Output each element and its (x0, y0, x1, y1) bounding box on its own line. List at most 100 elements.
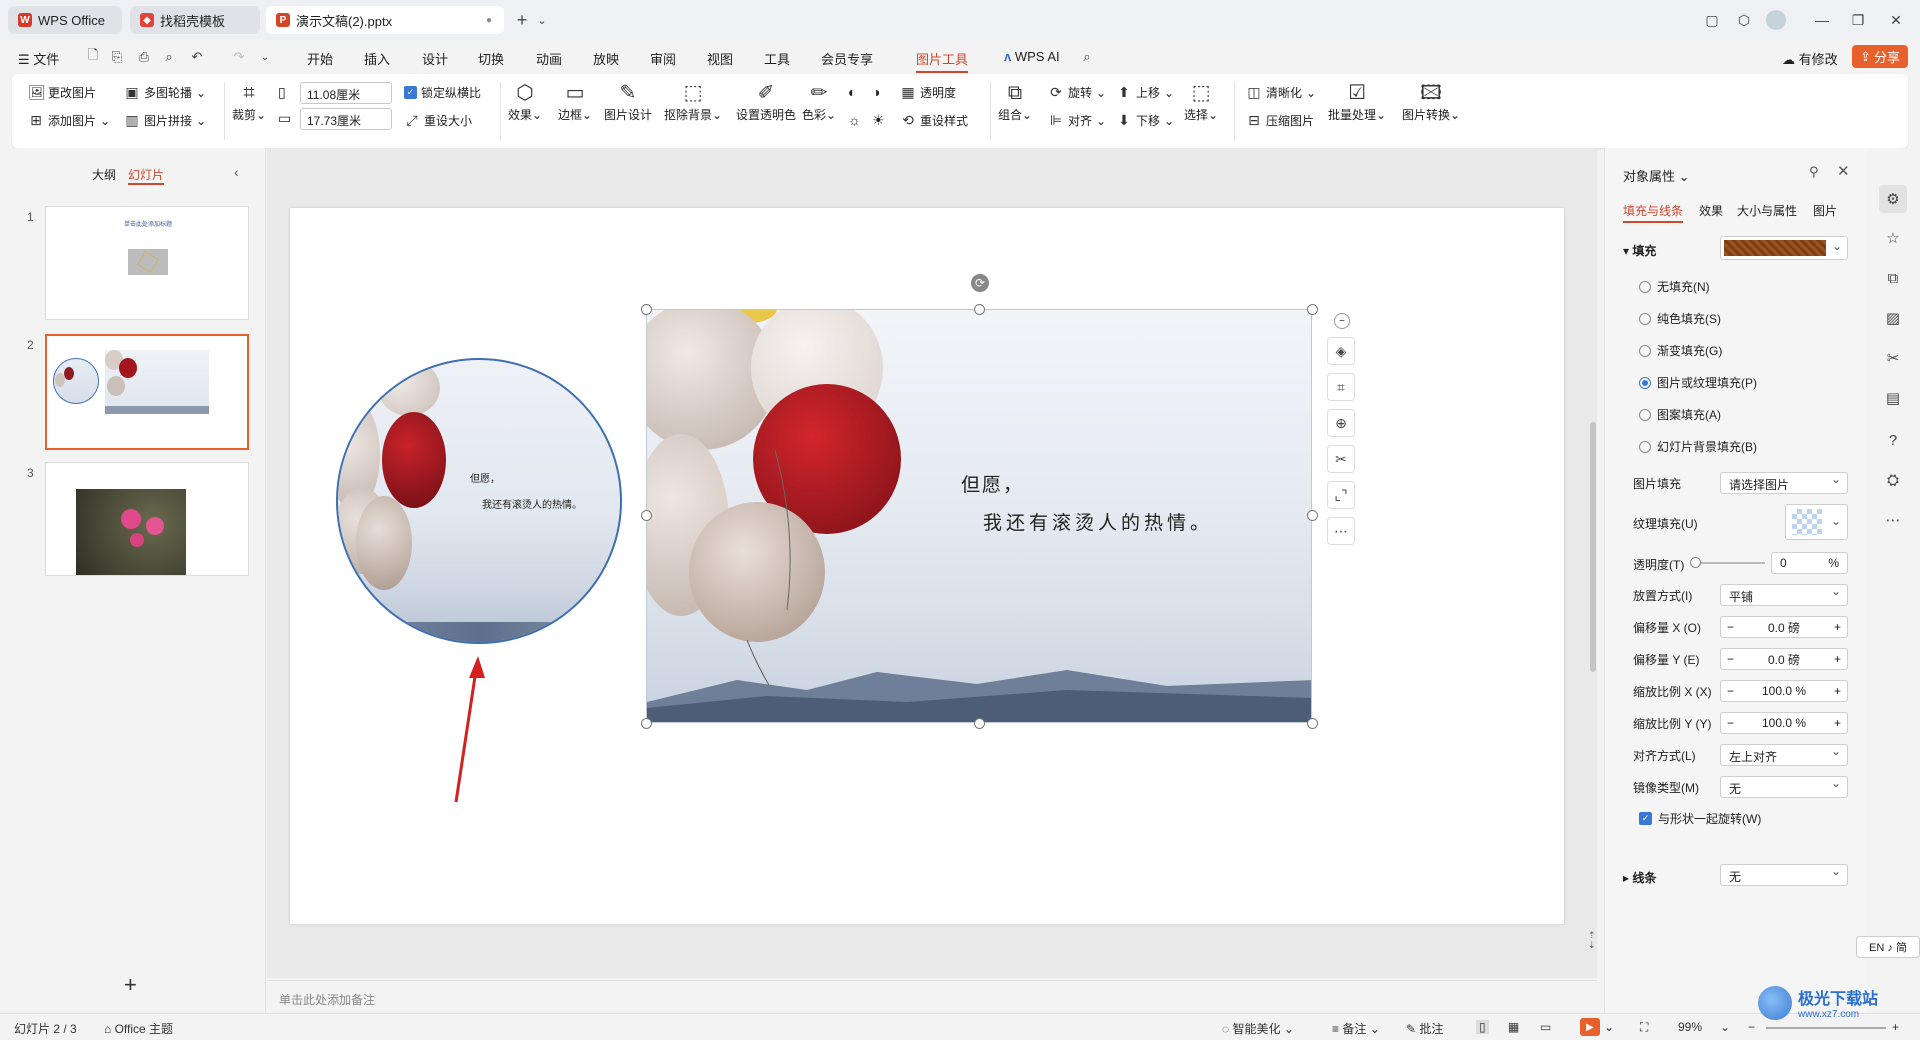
resize-handle[interactable] (641, 718, 652, 729)
reading-view-icon[interactable]: ▭ (1540, 1020, 1551, 1034)
minimize-icon[interactable]: — (1812, 10, 1832, 30)
offset-y-stepper[interactable]: − 0.0 磅 + (1720, 648, 1848, 670)
image-design-button[interactable]: ✎ 图片设计 (604, 80, 652, 123)
tab-effects[interactable]: 效果 (1699, 202, 1723, 219)
beautify-button[interactable]: ◌ 智能美化 ⌄ (1222, 1020, 1294, 1037)
select-button[interactable]: ⬚ 选择⌄ (1184, 80, 1218, 123)
fill-option-slide-bg[interactable]: 幻灯片背景填充(B) (1639, 438, 1757, 455)
star-icon[interactable]: ☆ (1883, 228, 1903, 248)
restore-icon[interactable]: ❐ (1848, 10, 1868, 30)
slide-canvas[interactable]: 但愿， 我还有滚烫人的热情。 但愿， 我还有滚烫人的热情。 ⟳ (290, 208, 1564, 924)
plus-icon[interactable]: + (1834, 684, 1841, 698)
placement-dropdown[interactable]: 平铺 (1720, 584, 1848, 606)
move-down-button[interactable]: ⬇ 下移 ⌄ (1116, 112, 1174, 129)
border-button[interactable]: ▭ 边框⌄ (558, 80, 592, 123)
slide-thumbnail-3[interactable] (45, 462, 249, 576)
slide-thumbnail-2[interactable] (45, 334, 249, 450)
brightness-icon[interactable]: ◑ (872, 84, 880, 100)
chevron-down-icon[interactable]: ⌄ (1604, 1020, 1614, 1034)
tab-size-props[interactable]: 大小与属性 (1737, 202, 1797, 219)
rotate-with-shape-checkbox[interactable]: ✓ 与形状一起旋转(W) (1639, 810, 1761, 827)
outline-tab[interactable]: 大纲 (92, 166, 116, 183)
rotate-button[interactable]: ⟳ 旋转 ⌄ (1048, 84, 1106, 101)
menu-member[interactable]: 会员专享 (821, 49, 873, 68)
line-dropdown[interactable]: 无 (1720, 864, 1848, 886)
redo-icon[interactable]: ↷ (230, 48, 248, 66)
width-input[interactable]: 11.08厘米 (300, 82, 392, 104)
plus-icon[interactable]: + (1834, 652, 1841, 666)
zoom-level[interactable]: 99% (1678, 1020, 1702, 1034)
align-dropdown[interactable]: 左上对齐 (1720, 744, 1848, 766)
collapse-toolbar-icon[interactable]: − (1334, 313, 1350, 329)
minus-icon[interactable]: − (1727, 620, 1734, 634)
circle-picture[interactable]: 但愿， 我还有滚烫人的热情。 (336, 358, 622, 644)
height-input[interactable]: 17.73厘米 (300, 108, 392, 130)
mirror-dropdown[interactable]: 无 (1720, 776, 1848, 798)
file-menu[interactable]: ☰ 文件 (18, 49, 59, 68)
slide-thumbnail-1[interactable]: 单击此处添加标题 (45, 206, 249, 320)
image-edit-icon[interactable]: ▨ (1883, 308, 1903, 328)
transparency-input[interactable]: 0 % (1771, 552, 1848, 574)
line-section-header[interactable]: ▸ 线条 (1623, 869, 1656, 886)
properties-icon[interactable]: ⚙ (1879, 185, 1907, 213)
zoom-out-icon[interactable]: − (1748, 1020, 1755, 1034)
tab-daoke[interactable]: ◆ 找稻壳模板 (130, 6, 260, 34)
fit-window-icon[interactable]: ⛶ (1640, 1020, 1648, 1035)
tab-fill-line[interactable]: 填充与线条 (1623, 202, 1684, 223)
sun-plus-icon[interactable]: ☼ (848, 112, 861, 128)
search-icon[interactable]: ⌕ (1078, 48, 1096, 66)
resize-handle[interactable] (1307, 718, 1318, 729)
contrast-icon[interactable]: ◐ (848, 84, 856, 100)
chevron-down-icon[interactable]: ⌄ (532, 10, 552, 30)
tab-presentation[interactable]: P 演示文稿(2).pptx ● (266, 6, 504, 34)
save-icon[interactable]: 🗋 (84, 47, 102, 66)
rotate-handle-icon[interactable]: ⟳ (971, 274, 989, 292)
fill-section-header[interactable]: ▾ 填充 (1623, 242, 1656, 259)
pin-icon[interactable]: ⚲ (1809, 164, 1819, 180)
align-button[interactable]: ⊫ 对齐 ⌄ (1048, 112, 1106, 129)
theme-indicator[interactable]: ⌂ Office 主题 (104, 1020, 173, 1037)
notes-area[interactable]: 单击此处添加备注 (267, 980, 1597, 1013)
book-icon[interactable]: ▤ (1883, 388, 1903, 408)
page-nav-icon[interactable]: ⇡ ⇣ (1588, 930, 1596, 950)
menu-view[interactable]: 视图 (707, 49, 733, 68)
minus-icon[interactable]: − (1727, 652, 1734, 666)
fill-option-gradient[interactable]: 渐变填充(G) (1639, 342, 1722, 359)
play-icon[interactable]: ▶ (1580, 1018, 1600, 1036)
menu-review[interactable]: 审阅 (650, 49, 676, 68)
layers-icon[interactable]: ◈ (1327, 337, 1355, 365)
wps-ai-button[interactable]: ᴧ WPS AI (1004, 49, 1060, 64)
add-image-button[interactable]: ⊞ 添加图片 ⌄ (28, 112, 110, 129)
plus-icon[interactable]: + (1834, 716, 1841, 730)
scrollbar-thumb[interactable] (1590, 422, 1596, 672)
minus-icon[interactable]: − (1727, 684, 1734, 698)
print-preview-icon[interactable]: ⌕ (160, 48, 178, 66)
more-icon[interactable]: ⋯ (1327, 517, 1355, 545)
copy-icon[interactable]: ⧉ (1883, 268, 1903, 288)
cube-icon[interactable]: ⬡ (1734, 10, 1754, 30)
tools-icon[interactable]: ✂ (1883, 348, 1903, 368)
set-transparent-button[interactable]: ✐ 设置透明色 (736, 80, 796, 123)
vertical-scrollbar[interactable] (1590, 152, 1596, 978)
multi-outline-button[interactable]: ▣ 多图轮播 ⌄ (124, 84, 206, 101)
texture-fill-dropdown[interactable]: ⌄ (1785, 504, 1848, 540)
crop-quick-icon[interactable]: ⌗ (1327, 373, 1355, 401)
grid-view-icon[interactable]: ▦ (1508, 1020, 1519, 1034)
menu-tools[interactable]: 工具 (764, 49, 790, 68)
fill-preview-dropdown[interactable]: ⌄ (1720, 236, 1848, 260)
change-image-button[interactable]: 🖼 更改图片 (28, 84, 96, 101)
tab-wps-office[interactable]: W WPS Office (8, 6, 122, 34)
resize-handle[interactable] (974, 304, 985, 315)
undo-icon[interactable]: ↶ (188, 48, 206, 66)
effects-button[interactable]: ⬡ 效果⌄ (508, 80, 542, 123)
notes-button[interactable]: ≡ 备注 ⌄ (1332, 1020, 1380, 1037)
scale-x-stepper[interactable]: − 100.0 % + (1720, 680, 1848, 702)
menu-slideshow[interactable]: 放映 (593, 49, 619, 68)
add-slide-icon[interactable]: + (124, 972, 137, 998)
menu-start[interactable]: 开始 (307, 49, 333, 68)
export-icon[interactable]: ⎘ (108, 48, 126, 66)
menu-animation[interactable]: 动画 (536, 49, 562, 68)
resize-handle[interactable] (641, 304, 652, 315)
comments-button[interactable]: ✎ 批注 (1406, 1020, 1443, 1037)
compress-button[interactable]: ⊟ 压缩图片 (1246, 112, 1314, 129)
